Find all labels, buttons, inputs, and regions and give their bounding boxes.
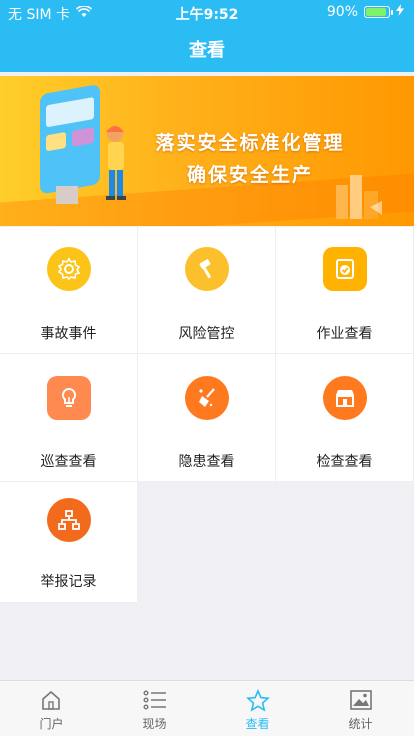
hammer-icon [185,247,229,291]
page-title: 查看 [189,40,225,61]
image-icon [350,690,372,710]
grid-item-label: 风险管控 [178,326,235,342]
grid-item-label: 作业查看 [316,326,373,342]
star-icon [246,689,270,712]
broom-icon [185,376,229,420]
banner-line-1: 落实安全标准化管理 [155,132,345,154]
charging-icon [396,4,404,20]
bottom-tab-bar: 门户 现场 查看 统计 [0,680,414,736]
grid-item-inspection[interactable]: 检查查看 [276,354,414,482]
banner-line-2: 确保安全生产 [186,164,313,186]
tab-label: 查看 [245,717,270,731]
feature-grid: 事故事件 风险管控 作业查看 巡查查看 隐患查看 检查查看 举报记录 [0,227,414,603]
grid-item-accident[interactable]: 事故事件 [0,227,138,354]
tab-site[interactable]: 现场 [103,681,206,736]
grid-item-work[interactable]: 作业查看 [276,227,414,354]
illustration-worker [40,85,126,204]
grid-item-label: 检查查看 [316,454,373,470]
tab-label: 现场 [142,717,167,731]
tab-view[interactable]: 查看 [206,681,309,736]
lightbulb-icon [47,376,91,420]
tab-stats[interactable]: 统计 [309,681,412,736]
tab-label: 统计 [348,717,373,731]
battery-percent: 90% [326,4,358,20]
grid-item-label: 举报记录 [40,574,97,590]
list-icon [143,690,166,710]
grid-item-label: 隐患查看 [178,454,235,470]
org-chart-icon [47,498,91,542]
clipboard-check-icon [323,247,367,291]
grid-item-label: 巡查查看 [40,454,97,470]
grid-item-patrol[interactable]: 巡查查看 [0,354,138,482]
grid-item-label: 事故事件 [40,326,97,342]
home-icon [42,690,60,710]
app-header: 无 SIM 卡 上午9:52 90% 查看 [0,0,414,72]
grid-item-hazard[interactable]: 隐患查看 [138,354,276,482]
tab-portal[interactable]: 门户 [0,681,103,736]
safety-banner[interactable]: 落实安全标准化管理 确保安全生产 [0,76,414,226]
grid-item-report[interactable]: 举报记录 [0,482,138,603]
gear-icon [47,247,91,291]
grid-item-risk[interactable]: 风险管控 [138,227,276,354]
status-bar: 无 SIM 卡 上午9:52 90% [0,0,414,24]
store-icon [323,376,367,420]
battery-icon [364,6,393,18]
tab-label: 门户 [39,717,64,731]
